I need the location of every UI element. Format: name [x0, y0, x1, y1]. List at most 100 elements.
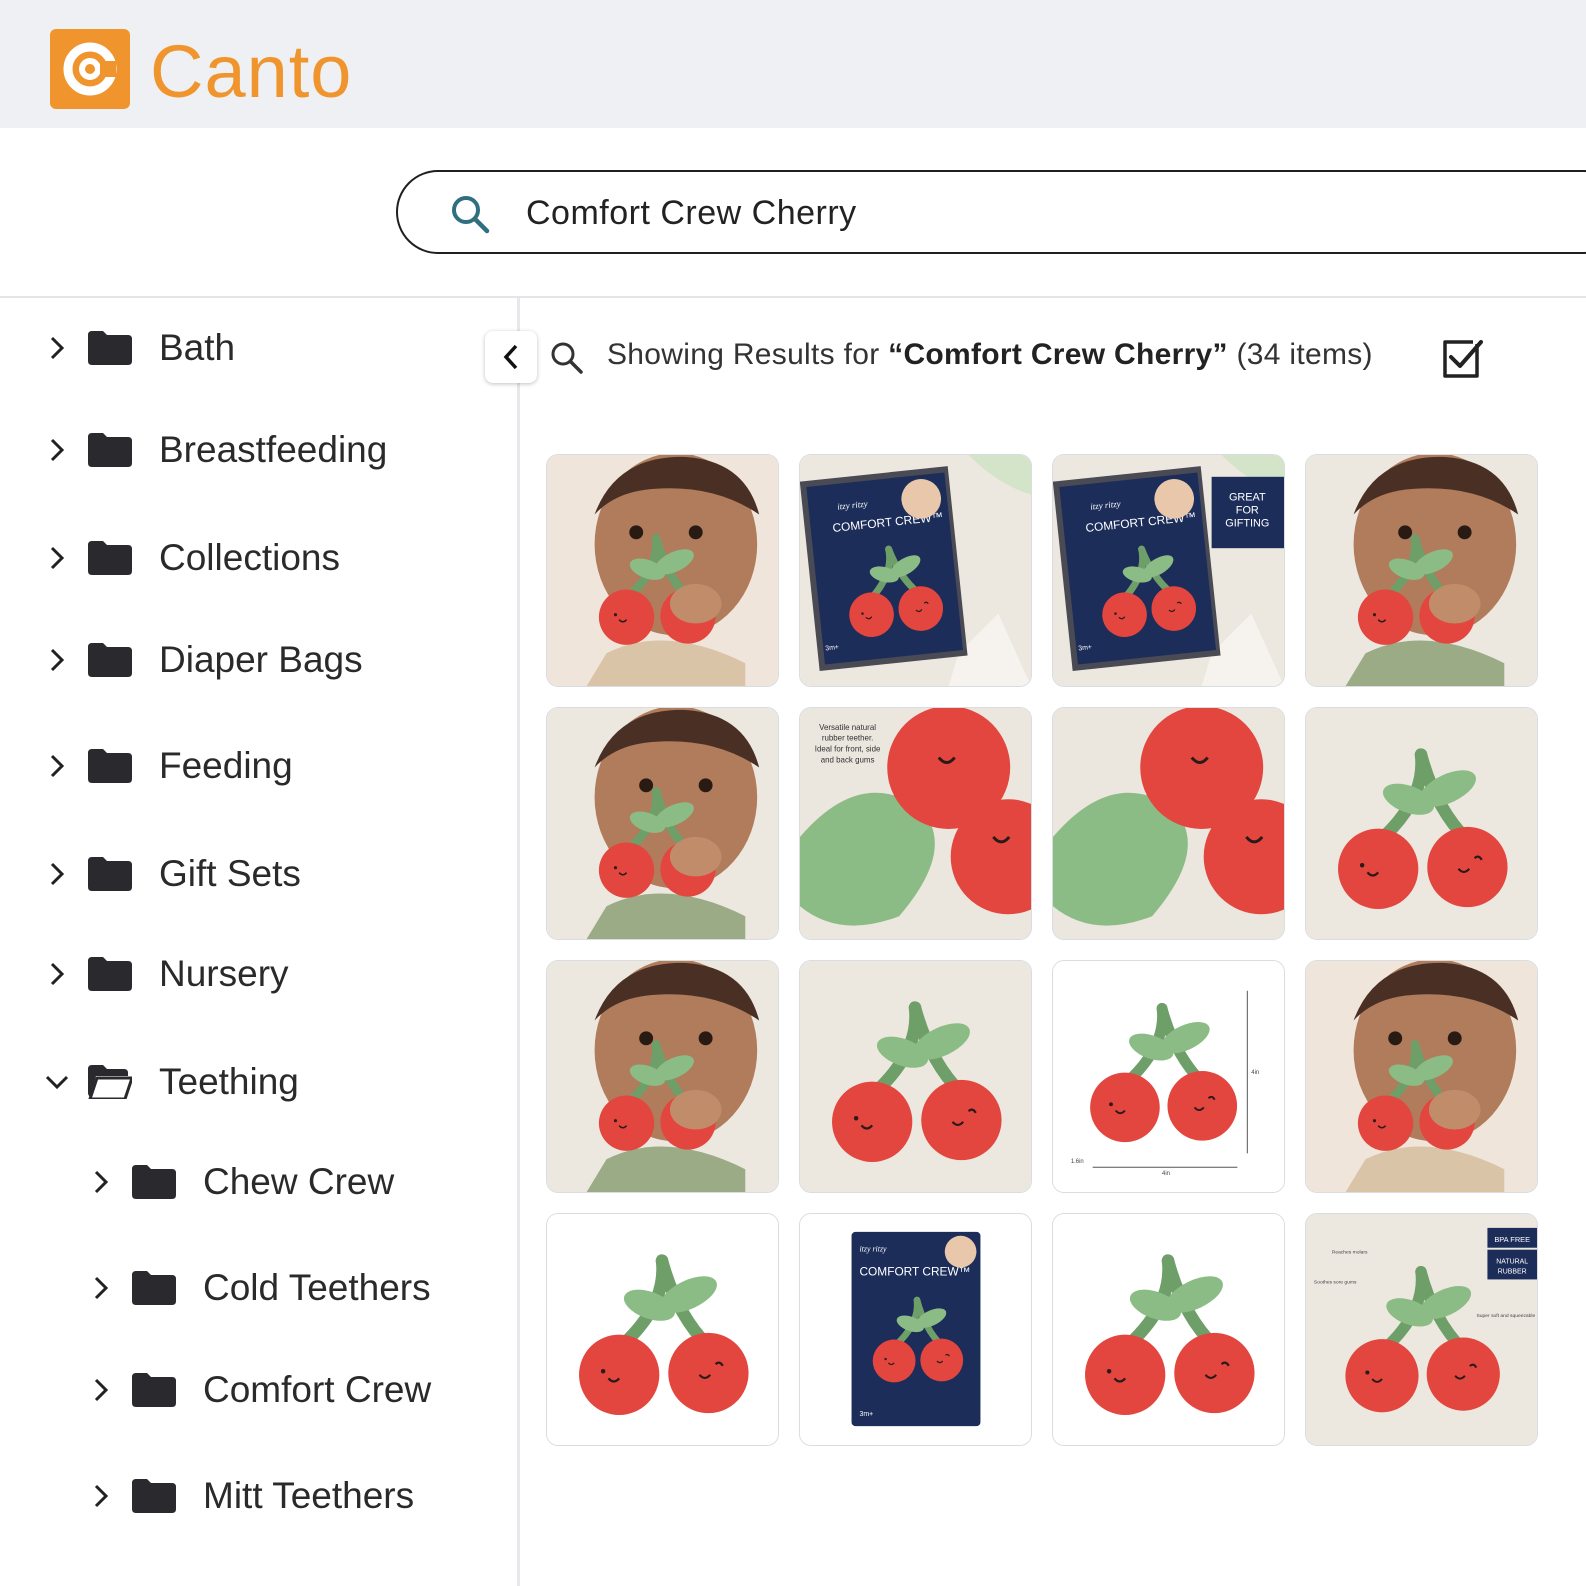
infographic-note: Reaches molars — [1332, 1250, 1368, 1256]
results-query: “Comfort Crew Cherry” — [888, 338, 1228, 371]
asset-thumbnail[interactable] — [1052, 707, 1285, 940]
chevron-down-icon[interactable] — [44, 1069, 70, 1095]
chevron-right-icon[interactable] — [44, 437, 70, 463]
asset-thumbnail[interactable]: 4in 1.6in 4in — [1052, 960, 1285, 1193]
folder-icon — [132, 1271, 176, 1305]
search-input[interactable] — [524, 188, 1428, 238]
chevron-right-icon[interactable] — [44, 647, 70, 673]
header-divider — [0, 296, 1586, 298]
asset-thumbnail[interactable]: itzy ritzy COMFORT CREW™ 3m+ — [799, 1213, 1032, 1446]
folder-icon — [88, 541, 132, 575]
infographic-badge: BPA FREE — [1494, 1235, 1530, 1244]
sidebar-divider — [517, 298, 520, 1586]
caption-line: Versatile natural — [819, 723, 876, 732]
sidebar-item-label: Collections — [159, 537, 340, 578]
sidebar-item-mitt-teethers[interactable]: Mitt Teethers — [88, 1466, 414, 1526]
dimension-label: 4in — [1162, 1171, 1170, 1177]
folder-icon — [132, 1373, 176, 1407]
sidebar-item-label: Chew Crew — [203, 1161, 395, 1202]
top-bar: Canto — [0, 0, 1586, 128]
asset-thumbnail-image: Versatile natural rubber teether. Ideal fo… — [800, 708, 1031, 939]
asset-thumbnail-image — [1306, 708, 1537, 939]
sidebar-item-cold-teethers[interactable]: Cold Teethers — [88, 1258, 431, 1318]
asset-thumbnail-image — [800, 961, 1031, 1192]
asset-thumbnail[interactable] — [1305, 454, 1538, 687]
results-prefix: Showing Results for — [607, 338, 889, 371]
package-age: 3m+ — [825, 644, 839, 652]
sidebar-item-gift-sets[interactable]: Gift Sets — [44, 844, 301, 904]
package-age: 3m+ — [1078, 644, 1092, 652]
sidebar-item-feeding[interactable]: Feeding — [44, 736, 293, 796]
asset-thumbnail-image: itzy ritzy COMFORT CREW™ 3m+ — [800, 455, 1031, 686]
asset-thumbnail[interactable] — [799, 960, 1032, 1193]
collapse-sidebar-button[interactable] — [485, 331, 537, 383]
asset-thumbnail-image: 4in 1.6in 4in — [1053, 961, 1284, 1192]
asset-thumbnail-image — [547, 455, 778, 686]
chevron-right-icon[interactable] — [44, 335, 70, 361]
asset-thumbnail-image — [547, 708, 778, 939]
sidebar-item-label: Bath — [159, 327, 236, 368]
sidebar-item-label: Comfort Crew — [203, 1369, 432, 1410]
asset-thumbnail[interactable]: itzy ritzy COMFORT CREW™ 3m+ GREAT FOR G… — [1052, 454, 1285, 687]
folder-icon — [88, 749, 132, 783]
folder-icon — [88, 857, 132, 891]
asset-thumbnail-image: itzy ritzy COMFORT CREW™ 3m+ GREAT FOR G… — [1053, 455, 1284, 686]
asset-thumbnail-image: BPA FREE NATURAL RUBBER Reaches molars S… — [1306, 1214, 1537, 1445]
results-grid: itzy ritzy COMFORT CREW™ 3m+ itzy ritzy … — [546, 454, 1538, 1446]
chevron-right-icon[interactable] — [44, 861, 70, 887]
asset-thumbnail-image — [547, 1214, 778, 1445]
search-bar[interactable] — [396, 170, 1586, 254]
asset-thumbnail[interactable] — [546, 454, 779, 687]
folder-icon — [132, 1479, 176, 1513]
sidebar-item-breastfeeding[interactable]: Breastfeeding — [44, 420, 387, 480]
chevron-right-icon[interactable] — [44, 961, 70, 987]
asset-thumbnail[interactable]: BPA FREE NATURAL RUBBER Reaches molars S… — [1305, 1213, 1538, 1446]
infographic-note: Soothes sore gums — [1314, 1279, 1357, 1285]
package-title: COMFORT CREW™ — [859, 1264, 970, 1278]
sidebar-item-teething[interactable]: Teething — [44, 1052, 299, 1112]
asset-thumbnail[interactable] — [546, 1213, 779, 1446]
sidebar-item-label: Mitt Teethers — [203, 1475, 415, 1516]
chevron-right-icon[interactable] — [88, 1169, 114, 1195]
sidebar-item-chew-crew[interactable]: Chew Crew — [88, 1152, 394, 1212]
gift-badge-line: GIFTING — [1225, 517, 1269, 529]
sidebar-item-comfort-crew[interactable]: Comfort Crew — [88, 1360, 431, 1420]
search-icon — [452, 196, 490, 234]
sidebar-item-label: Feeding — [159, 745, 293, 786]
asset-thumbnail-image — [1306, 961, 1537, 1192]
chevron-right-icon[interactable] — [44, 545, 70, 571]
asset-thumbnail[interactable]: itzy ritzy COMFORT CREW™ 3m+ — [799, 454, 1032, 687]
gift-badge-line: FOR — [1236, 504, 1259, 516]
folder-icon — [88, 331, 132, 365]
folder-icon — [132, 1165, 176, 1199]
sidebar-item-bath[interactable]: Bath — [44, 318, 235, 378]
asset-thumbnail[interactable] — [546, 707, 779, 940]
canto-logo-icon[interactable] — [50, 29, 130, 109]
chevron-right-icon[interactable] — [88, 1483, 114, 1509]
sidebar-item-label: Diaper Bags — [159, 639, 363, 680]
dimension-label: 1.6in — [1071, 1159, 1084, 1165]
asset-thumbnail[interactable] — [546, 960, 779, 1193]
asset-thumbnail[interactable] — [1305, 960, 1538, 1193]
brand-name[interactable]: Canto — [150, 22, 352, 122]
results-summary: Showing Results for “Comfort Crew Cherry… — [607, 338, 1373, 372]
sidebar-item-label: Breastfeeding — [159, 429, 388, 470]
asset-thumbnail[interactable]: Versatile natural rubber teether. Ideal fo… — [799, 707, 1032, 940]
asset-thumbnail[interactable] — [1305, 707, 1538, 940]
asset-thumbnail-image — [1053, 708, 1284, 939]
chevron-right-icon[interactable] — [88, 1275, 114, 1301]
caption-line: and back gums — [821, 756, 875, 765]
select-all-checkbox-icon[interactable] — [1441, 338, 1483, 380]
asset-thumbnail[interactable] — [1052, 1213, 1285, 1446]
sidebar-item-label: Cold Teethers — [203, 1267, 431, 1308]
asset-thumbnail-image: itzy ritzy COMFORT CREW™ 3m+ — [800, 1214, 1031, 1445]
gift-badge-line: GREAT — [1229, 492, 1266, 504]
sidebar-item-collections[interactable]: Collections — [44, 528, 340, 588]
sidebar-item-diaper-bags[interactable]: Diaper Bags — [44, 630, 363, 690]
chevron-right-icon[interactable] — [88, 1377, 114, 1403]
chevron-right-icon[interactable] — [44, 753, 70, 779]
folder-open-icon — [88, 1065, 132, 1099]
dimension-label: 4in — [1251, 1070, 1259, 1076]
sidebar-item-nursery[interactable]: Nursery — [44, 944, 289, 1004]
caption-line: Ideal for front, side — [815, 745, 881, 754]
